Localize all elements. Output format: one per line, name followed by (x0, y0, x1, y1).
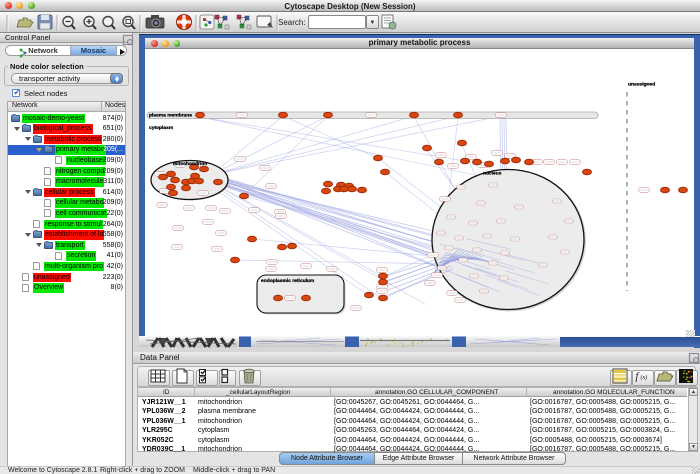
svg-text:cytoplasm: cytoplasm (149, 125, 174, 131)
svg-text:nucleus: nucleus (483, 171, 502, 177)
svg-text:mitochondrion: mitochondrion (173, 161, 207, 167)
svg-text:endoplasmic reticulum: endoplasmic reticulum (261, 278, 315, 284)
svg-text:plasma membrane: plasma membrane (149, 113, 192, 119)
svg-text:unassigned: unassigned (628, 82, 655, 88)
